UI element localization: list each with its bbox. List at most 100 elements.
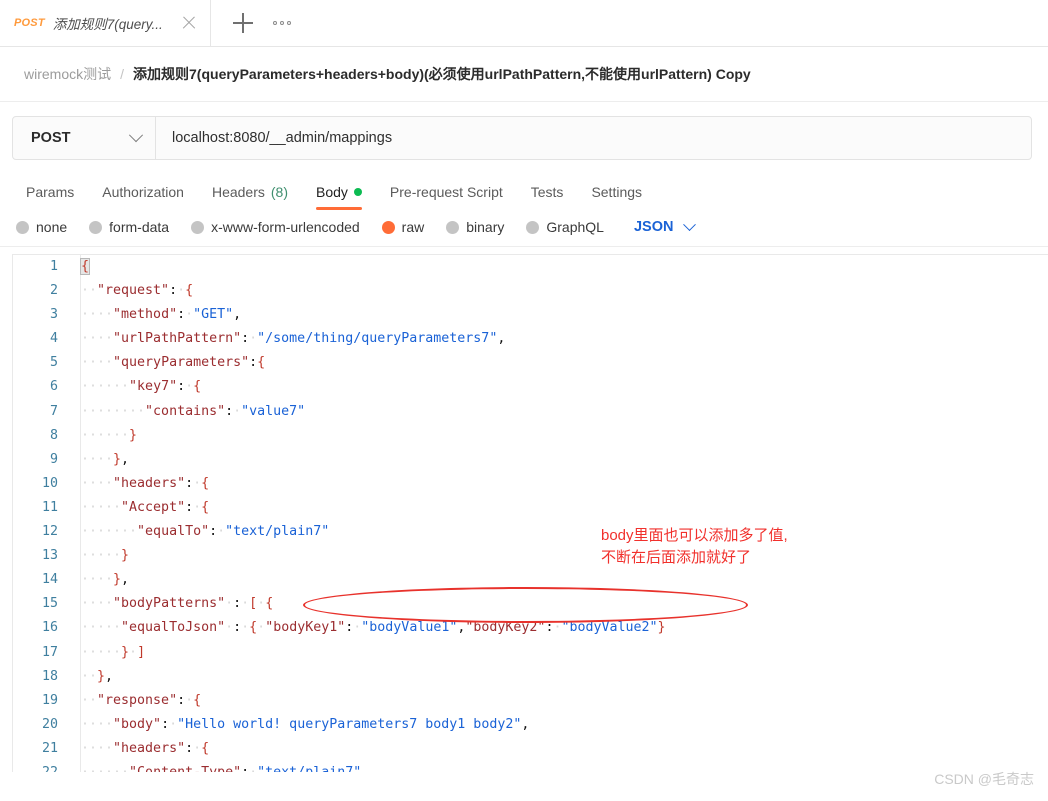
close-icon[interactable]: [180, 14, 198, 32]
tab-actions: [211, 0, 309, 46]
code-line-text[interactable]: ·····"equalToJson"·:·{·"bodyKey1":·"body…: [69, 616, 1048, 640]
method-select-value: POST: [31, 130, 71, 146]
code-line-text[interactable]: ·····}·]: [69, 641, 1048, 665]
tab-tests[interactable]: Tests: [517, 184, 578, 210]
radio-icon: [191, 220, 205, 234]
line-number: 6: [49, 379, 58, 395]
code-line[interactable]: 17 ·····}·]: [13, 641, 1048, 665]
url-input[interactable]: [156, 117, 1031, 159]
body-type-raw-label: raw: [401, 219, 425, 235]
radio-icon: [446, 220, 460, 234]
code-line-text[interactable]: ··"response":·{: [69, 689, 1048, 713]
code-line[interactable]: 6 ······"key7":·{: [13, 375, 1048, 399]
body-type-binary[interactable]: binary: [446, 219, 504, 235]
code-line-text[interactable]: ······"Content-Type":·"text/plain7": [69, 761, 1048, 772]
tab-headers[interactable]: Headers (8): [198, 184, 302, 210]
tab-tests-label: Tests: [530, 184, 564, 200]
code-line-text[interactable]: ····"queryParameters":{: [69, 351, 1048, 375]
code-line-text[interactable]: ····},: [69, 448, 1048, 472]
tab-pre-request-script-label: Pre-request Script: [389, 184, 503, 200]
tab-strip: POST 添加规则7(query...: [0, 0, 1048, 47]
code-line[interactable]: 9 ····},: [13, 448, 1048, 472]
body-type-urlencoded[interactable]: x-www-form-urlencoded: [191, 219, 360, 235]
url-bar-container: POST: [0, 102, 1048, 172]
code-line[interactable]: 1{: [13, 255, 1048, 279]
line-number: 10: [41, 475, 58, 491]
request-tab[interactable]: POST 添加规则7(query...: [0, 0, 211, 46]
code-line[interactable]: 2 ··"request":·{: [13, 279, 1048, 303]
code-line[interactable]: 3 ····"method":·"GET",: [13, 303, 1048, 327]
tab-body[interactable]: Body: [302, 184, 376, 210]
body-type-form-data[interactable]: form-data: [89, 219, 169, 235]
tab-pre-request-script[interactable]: Pre-request Script: [376, 184, 517, 210]
body-type-graphql[interactable]: GraphQL: [526, 219, 604, 235]
code-line[interactable]: 14 ····},: [13, 568, 1048, 592]
code-line[interactable]: 5 ····"queryParameters":{: [13, 351, 1048, 375]
code-line[interactable]: 22······"Content-Type":·"text/plain7": [13, 761, 1048, 772]
breadcrumb-separator: /: [120, 66, 125, 82]
body-type-none-label: none: [36, 219, 68, 235]
code-line[interactable]: 4 ····"urlPathPattern":·"/some/thing/quer…: [13, 327, 1048, 351]
code-line-text[interactable]: ·······"equalTo":·"text/plain7": [69, 520, 1048, 544]
breadcrumb: wiremock测试 / 添加规则7(queryParameters+heade…: [0, 47, 1048, 102]
code-line-text[interactable]: ·····}: [69, 544, 1048, 568]
line-number: 16: [41, 620, 58, 636]
body-type-none[interactable]: none: [16, 219, 67, 235]
code-line[interactable]: 20 ····"body":·"Hello world! queryParamet…: [13, 713, 1048, 737]
body-format-select[interactable]: JSON: [634, 217, 697, 235]
line-number: 22: [13, 761, 69, 772]
code-line-text[interactable]: ····"headers":·{: [69, 737, 1048, 761]
line-number: 13: [41, 548, 58, 564]
dots-icon[interactable]: [273, 21, 291, 25]
code-line-text[interactable]: ····"body":·"Hello world! queryParameter…: [69, 713, 1048, 737]
method-select[interactable]: POST: [13, 117, 156, 159]
code-line-text[interactable]: ······"key7":·{: [69, 375, 1048, 399]
code-line-text[interactable]: ····"headers":·{: [69, 472, 1048, 496]
code-line[interactable]: 13 ·····}: [13, 544, 1048, 568]
code-line[interactable]: 19 ··"response":·{: [13, 689, 1048, 713]
tab-authorization-label: Authorization: [102, 184, 184, 200]
tab-settings[interactable]: Settings: [577, 184, 656, 210]
body-type-binary-label: binary: [466, 219, 505, 235]
code-line[interactable]: 12 ·······"equalTo":·"text/plain7": [13, 520, 1048, 544]
body-type-row: none form-data x-www-form-urlencoded raw…: [0, 210, 1048, 247]
code-line-text[interactable]: {: [69, 255, 1048, 279]
line-number: 8: [49, 427, 58, 443]
request-tab-method: POST: [14, 17, 45, 29]
code-line-text[interactable]: ······}: [69, 424, 1048, 448]
code-line[interactable]: 18 ··},: [13, 665, 1048, 689]
body-type-raw[interactable]: raw: [381, 219, 425, 235]
code-line[interactable]: 11 ·····"Accept":·{: [13, 496, 1048, 520]
code-line[interactable]: 21 ····"headers":·{: [13, 737, 1048, 761]
code-line-text[interactable]: ········"contains":·"value7": [69, 400, 1048, 424]
tab-authorization[interactable]: Authorization: [88, 184, 198, 210]
code-line-text[interactable]: ····},: [69, 568, 1048, 592]
chevron-down-icon: [683, 217, 697, 231]
tab-settings-label: Settings: [591, 184, 643, 200]
radio-icon: [16, 220, 29, 234]
body-type-urlencoded-label: x-www-form-urlencoded: [211, 219, 360, 235]
page-title: 添加规则7(queryParameters+headers+body)(必须使用…: [133, 66, 751, 82]
code-line[interactable]: 16 ·····"equalToJson"·:·{·"bodyKey1":·"bo…: [13, 616, 1048, 640]
code-line[interactable]: 15 ····"bodyPatterns"·:·[·{: [13, 592, 1048, 616]
breadcrumb-collection[interactable]: wiremock测试: [24, 64, 111, 84]
line-number: 5: [49, 355, 58, 371]
line-number: 2: [49, 283, 58, 299]
code-area[interactable]: 1{ 2 ··"request":·{3 ····"method":·"GET", 4 ·…: [13, 255, 1048, 772]
tab-params[interactable]: Params: [12, 184, 88, 210]
code-line-text[interactable]: ·····"Accept":·{: [69, 496, 1048, 520]
plus-icon[interactable]: [233, 13, 253, 33]
line-number: 4: [49, 331, 58, 347]
code-line[interactable]: 10 ····"headers":·{: [13, 472, 1048, 496]
code-line[interactable]: 7 ········"contains":·"value7": [13, 400, 1048, 424]
tab-params-label: Params: [26, 184, 75, 200]
body-code-editor[interactable]: 1{ 2 ··"request":·{3 ····"method":·"GET", 4 ·…: [12, 254, 1048, 772]
code-line-text[interactable]: ····"urlPathPattern":·"/some/thing/query…: [69, 327, 1048, 351]
code-line-text[interactable]: ··},: [69, 665, 1048, 689]
line-number: 17: [41, 644, 58, 660]
code-line-text[interactable]: ··"request":·{: [69, 279, 1048, 303]
postman-request-screen: POST 添加规则7(query... wiremock测试 / 添加规则7(q…: [0, 0, 1048, 801]
code-line-text[interactable]: ····"bodyPatterns"·:·[·{: [69, 592, 1048, 616]
code-line-text[interactable]: ····"method":·"GET",: [69, 303, 1048, 327]
code-line[interactable]: 8 ······}: [13, 424, 1048, 448]
